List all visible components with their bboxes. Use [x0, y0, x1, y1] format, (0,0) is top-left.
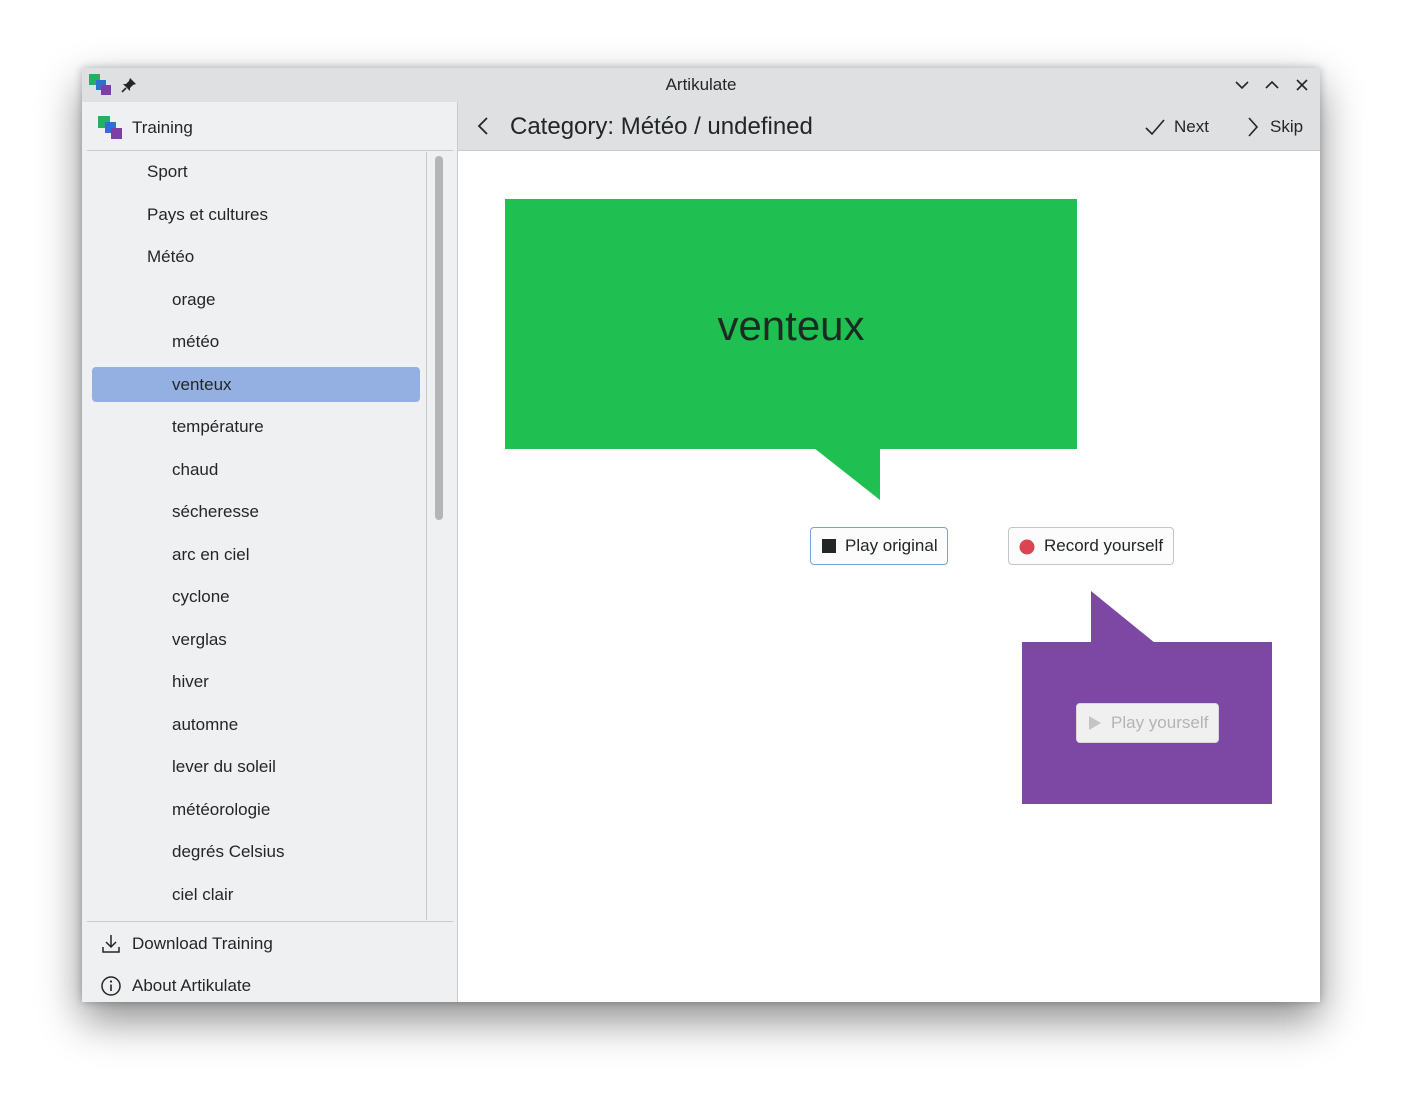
list-item-ciel-clair[interactable]: ciel clair — [92, 877, 420, 912]
list-item-label: Pays et cultures — [147, 205, 268, 224]
list-item-cyclone[interactable]: cyclone — [92, 579, 420, 614]
list-item-label: degrés Celsius — [172, 842, 285, 861]
list-item-sport[interactable]: Sport — [92, 154, 420, 189]
next-button[interactable]: Next — [1144, 112, 1224, 142]
training-area: venteux Play original Record yourself Pl… — [458, 151, 1320, 1002]
list-item-meteorologie[interactable]: météorologie — [92, 792, 420, 827]
next-label: Next — [1174, 117, 1209, 136]
list-item-arc-en-ciel[interactable]: arc en ciel — [92, 537, 420, 572]
record-yourself-label: Record yourself — [1044, 536, 1164, 555]
list-item-label: automne — [172, 715, 239, 734]
list-item-label: cyclone — [172, 587, 230, 606]
original-speech-bubble: venteux — [505, 199, 1077, 449]
minimize-icon[interactable] — [1232, 75, 1252, 95]
list-item-lever-du-soleil[interactable]: lever du soleil — [92, 749, 420, 784]
close-icon[interactable] — [1292, 75, 1312, 95]
list-item-label: hiver — [172, 672, 209, 691]
list-item-venteux[interactable]: venteux — [92, 367, 420, 402]
list-item-hiver[interactable]: hiver — [92, 664, 420, 699]
list-item-label: sécheresse — [172, 502, 259, 521]
record-yourself-button[interactable]: Record yourself — [1008, 527, 1174, 565]
sidebar: Training Sport Pays et cultures Météo or… — [82, 102, 458, 1002]
list-item-degres-celsius[interactable]: degrés Celsius — [92, 834, 420, 869]
sidebar-header[interactable]: Training — [82, 102, 457, 150]
chevron-right-icon — [1248, 117, 1259, 137]
window-title: Artikulate — [665, 75, 737, 94]
scrollbar-track — [426, 152, 427, 920]
info-icon — [101, 976, 121, 996]
list-item-pays-et-cultures[interactable]: Pays et cultures — [92, 197, 420, 232]
checkmark-icon — [1145, 119, 1165, 136]
download-training-label: Download Training — [132, 934, 273, 953]
original-bubble-tail — [814, 448, 880, 500]
phrase-text: venteux — [717, 302, 865, 349]
list-item-temperature[interactable]: température — [92, 409, 420, 444]
download-training-item[interactable]: Download Training — [82, 924, 457, 964]
list-item-label: ciel clair — [172, 885, 234, 904]
list-item-label: Sport — [147, 162, 188, 181]
sidebar-divider — [87, 150, 453, 151]
list-item-secheresse[interactable]: sécheresse — [92, 494, 420, 529]
play-yourself-button[interactable]: Play yourself — [1076, 703, 1219, 743]
list-item-label: météorologie — [172, 800, 271, 819]
sidebar-header-label: Training — [132, 118, 193, 137]
list-item-automne[interactable]: automne — [92, 707, 420, 742]
play-original-label: Play original — [845, 536, 938, 555]
list-item-label: verglas — [172, 630, 227, 649]
page-title: Category: Météo / undefined — [510, 113, 813, 140]
back-icon[interactable] — [472, 114, 496, 138]
download-icon — [102, 935, 120, 953]
stop-icon — [822, 539, 836, 553]
list-item-label: météo — [172, 332, 220, 351]
about-artikulate-item[interactable]: About Artikulate — [82, 966, 457, 1002]
yourself-bubble-tail — [1091, 591, 1155, 643]
list-item-meteo[interactable]: Météo — [92, 239, 420, 274]
yourself-speech-bubble: Play yourself — [1022, 642, 1272, 804]
list-item-label: température — [172, 417, 264, 436]
play-yourself-label: Play yourself — [1111, 713, 1209, 732]
list-item-label: venteux — [172, 375, 232, 394]
list-item-label: Météo — [147, 247, 195, 266]
app-window: Artikulate Training Sport Pays et cultur… — [82, 68, 1320, 1002]
list-item-meteo-word[interactable]: météo — [92, 324, 420, 359]
training-icon — [98, 116, 122, 139]
list-item-chaud[interactable]: chaud — [92, 452, 420, 487]
list-item-label: lever du soleil — [172, 757, 276, 776]
list-item-verglas[interactable]: verglas — [92, 622, 420, 657]
skip-label: Skip — [1270, 117, 1304, 136]
list-item-label: arc en ciel — [172, 545, 250, 564]
list-item-label: orage — [172, 290, 216, 309]
list-item-orage[interactable]: orage — [92, 282, 420, 317]
page-header: Category: Météo / undefined Next Skip — [458, 102, 1320, 151]
play-original-button[interactable]: Play original — [810, 527, 948, 565]
scrollbar-thumb[interactable] — [435, 156, 443, 520]
play-icon — [1089, 716, 1101, 730]
maximize-icon[interactable] — [1262, 75, 1282, 95]
about-artikulate-label: About Artikulate — [132, 976, 252, 995]
list-item-label: chaud — [172, 460, 219, 479]
skip-button[interactable]: Skip — [1242, 112, 1312, 142]
category-list: Sport Pays et cultures Météo orage météo… — [82, 152, 426, 920]
record-icon — [1019, 539, 1035, 555]
title-bar: Artikulate — [82, 68, 1320, 102]
sidebar-footer-divider — [87, 921, 453, 922]
